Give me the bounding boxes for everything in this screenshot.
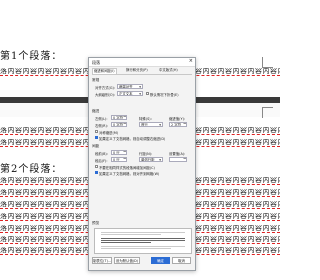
preview-line <box>101 240 185 241</box>
general-section-label: 常规 <box>92 78 100 82</box>
preview-line <box>101 238 185 239</box>
dialog-titlebar[interactable]: 段落 × <box>89 58 195 67</box>
snap-to-grid-checkbox[interactable] <box>95 171 98 174</box>
tab-bar: 缩进和间距(I) 换行和分页(P) 中文版式(H) <box>92 68 192 75</box>
tab-line-page-breaks[interactable]: 换行和分页(P) <box>125 68 149 73</box>
collapsed-checkbox[interactable] <box>146 92 149 95</box>
mirror-indents-checkbox[interactable] <box>95 130 98 133</box>
outline-level-label: 大纲级别(O): <box>95 93 116 97</box>
alignment-label: 对齐方式(G): <box>95 86 115 90</box>
alignment-select[interactable]: 两端对齐 <box>117 84 143 89</box>
line-spacing-label: 行距(N): <box>139 152 153 156</box>
preview-line <box>101 248 171 249</box>
preview-section-label: 预览 <box>92 221 100 225</box>
indent-right-input[interactable]: 0 字符 <box>111 122 127 127</box>
indentation-section-label: 缩进 <box>92 109 100 113</box>
preview-line <box>101 246 185 247</box>
tab-asian-typography[interactable]: 中文版式(H) <box>158 68 179 73</box>
auto-adjust-indent-label: 如果定义了文档网格，则自动调整右缩进(D) <box>99 137 166 141</box>
no-space-same-style-label: 不要在相同样式的段落间增加间距(C) <box>99 166 155 170</box>
line-spacing-select[interactable]: 单倍行距 <box>139 157 163 162</box>
spacing-at-label: 设置值(A): <box>169 152 186 156</box>
indent-by-label: 缩进值(Y): <box>169 117 186 121</box>
dialog-title: 段落 <box>92 59 100 65</box>
mirror-indents-label: 对称缩进(M) <box>99 131 119 135</box>
paragraph-dialog: 段落 × 缩进和间距(I) 换行和分页(P) 中文版式(H) 常规 对齐方式(G… <box>88 57 196 271</box>
tab-indents-spacing[interactable]: 缩进和间距(I) <box>92 68 117 74</box>
tabs-button[interactable]: 制表位(T)... <box>92 257 112 264</box>
ok-button[interactable]: 确定 <box>151 257 170 264</box>
page-corner-mark <box>262 107 273 118</box>
indent-right-label: 右侧(R): <box>95 124 108 128</box>
spacing-before-label: 段前(B): <box>95 152 108 156</box>
close-icon[interactable]: × <box>189 59 193 64</box>
collapsed-label: 默认情况下折叠(E) <box>150 93 179 97</box>
spacing-after-label: 段后(F): <box>95 159 108 163</box>
indent-special-label: 特殊(S): <box>139 117 152 121</box>
paragraph-preview <box>94 228 192 254</box>
indent-special-select[interactable]: 首行 <box>139 122 163 127</box>
cancel-button[interactable]: 取消 <box>172 257 191 264</box>
spacing-before-input[interactable]: 0 行 <box>111 150 127 155</box>
page-corner-mark <box>262 57 273 68</box>
preview-line <box>101 242 151 243</box>
spacing-after-input[interactable]: 0 行 <box>111 157 127 162</box>
auto-adjust-indent-checkbox[interactable] <box>95 136 98 139</box>
no-space-same-style-checkbox[interactable] <box>95 165 98 168</box>
indent-by-input[interactable]: 2 字符 <box>169 122 187 127</box>
indent-left-input[interactable]: 0 字符 <box>111 115 127 120</box>
set-default-button[interactable]: 设为默认值(D) <box>114 257 140 264</box>
paragraph-heading-1: 第1个段落： <box>0 51 63 62</box>
spacing-section-label: 间距 <box>92 144 100 148</box>
indent-left-label: 左侧(L): <box>95 117 108 121</box>
outline-level-select[interactable]: 正文文本 <box>117 91 143 96</box>
paragraph-heading-2: 第2个段落： <box>0 164 63 175</box>
preview-line <box>101 232 185 233</box>
preview-line <box>101 234 161 235</box>
spacing-at-input[interactable] <box>169 157 187 162</box>
snap-to-grid-label: 如果定义了文档网格，则对齐到网格(W) <box>99 172 160 176</box>
